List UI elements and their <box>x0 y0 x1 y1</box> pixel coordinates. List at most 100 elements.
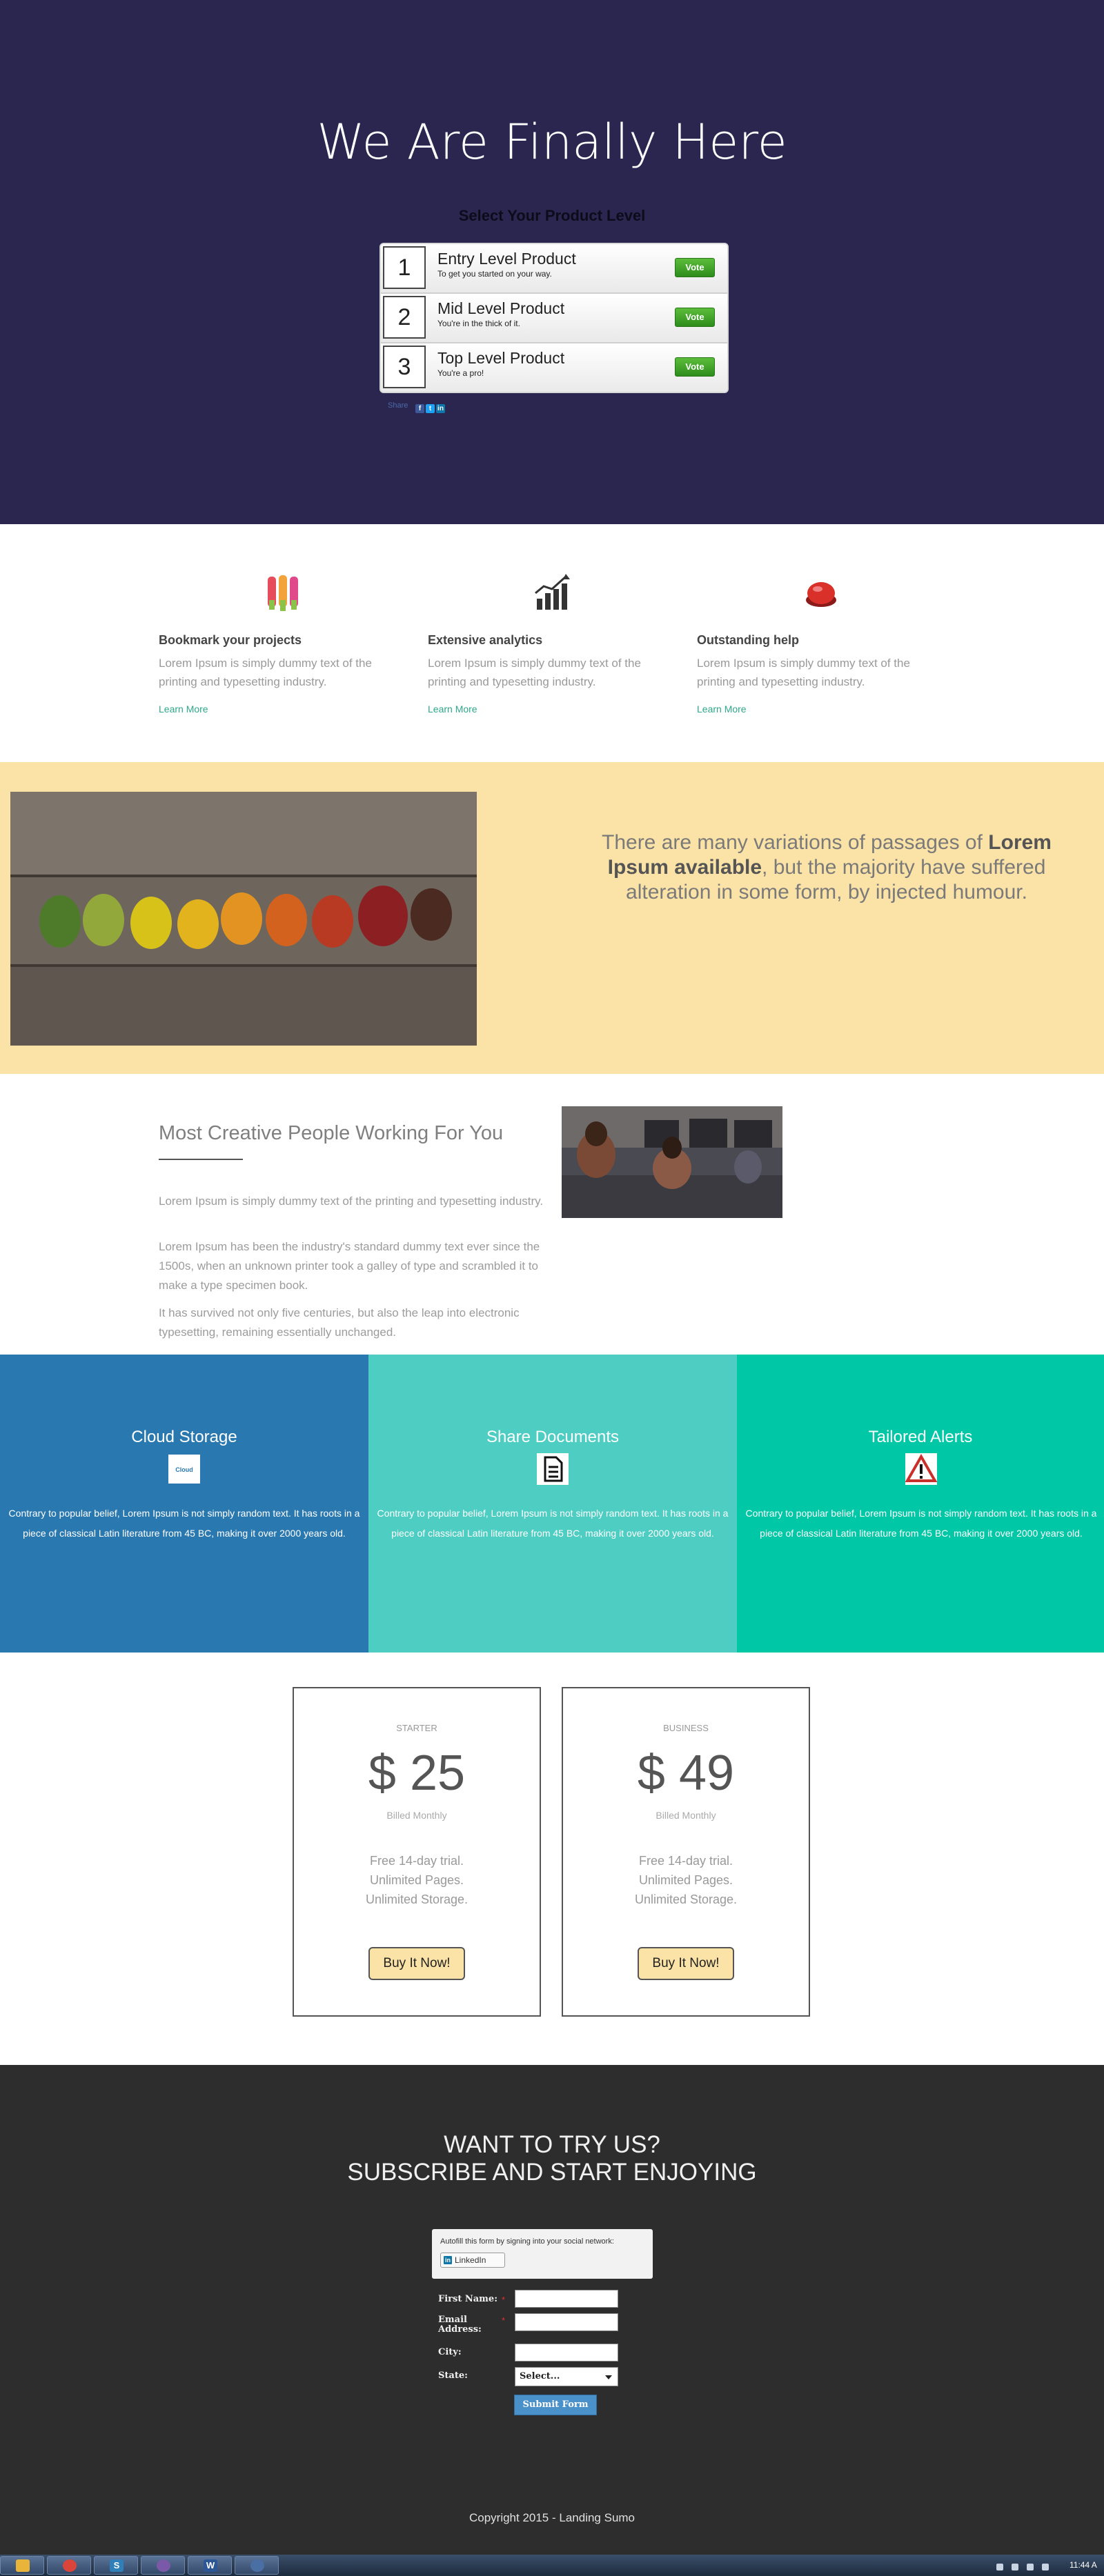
tray-flag-icon[interactable] <box>996 2564 1003 2570</box>
learn-more-link[interactable]: Learn More <box>159 703 208 715</box>
linkedin-icon[interactable]: in <box>436 404 445 413</box>
system-tray <box>996 2562 1065 2570</box>
tray-battery-icon[interactable] <box>1042 2564 1049 2570</box>
creative-title: Most Creative People Working For You <box>159 1122 504 1144</box>
vote-button[interactable]: Vote <box>675 308 715 327</box>
product-row-top: 3 Top Level Product You're a pro! Vote <box>381 343 727 392</box>
city-label: City: <box>438 2347 462 2357</box>
plan-feature: Unlimited Storage. <box>365 1893 469 1906</box>
pricing-card-starter: STARTER $ 25 Billed Monthly Free 14-day … <box>293 1687 541 2017</box>
title-divider <box>159 1159 243 1160</box>
ie-icon[interactable] <box>141 2556 185 2575</box>
cloud-icon: Cloud <box>168 1455 200 1484</box>
feature-text: Lorem Ipsum is simply dummy text of the … <box>428 657 641 688</box>
first-name-field[interactable] <box>515 2290 618 2308</box>
warning-icon <box>905 1453 938 1485</box>
buy-now-button[interactable]: Buy It Now! <box>368 1947 465 1980</box>
product-name: Top Level Product <box>437 349 565 367</box>
email-field[interactable] <box>515 2313 618 2331</box>
hero-section: We Are Finally Here Select Your Product … <box>0 0 1104 524</box>
plan-feature: Free 14-day trial. <box>638 1854 733 1868</box>
social-autofill-note: Autofill this form by signing into your … <box>440 2237 614 2246</box>
product-row-entry: 1 Entry Level Product To get you started… <box>381 244 727 294</box>
first-name-label: First Name: <box>438 2294 497 2304</box>
creative-paragraph: Lorem Ipsum has been the industry's stan… <box>159 1240 540 1292</box>
vote-button[interactable]: Vote <box>675 258 715 277</box>
chrome-icon[interactable] <box>47 2556 91 2575</box>
tray-network-icon[interactable] <box>1012 2564 1018 2570</box>
copyright-text: Copyright 2015 - Landing Sumo <box>469 2511 635 2524</box>
plan-name: BUSINESS <box>663 1723 709 1733</box>
required-marker: * <box>502 2315 506 2326</box>
billing-period: Billed Monthly <box>656 1810 716 1821</box>
share-icons: f t in <box>415 401 446 413</box>
leaves-band: There are many variations of passages of… <box>0 762 1104 1074</box>
word-icon[interactable]: W <box>188 2556 232 2575</box>
service-tailored-alerts: Tailored Alerts Contrary to popular beli… <box>737 1355 1104 1653</box>
learn-more-link[interactable]: Learn More <box>428 703 477 715</box>
plan-name: STARTER <box>396 1723 437 1733</box>
service-text: Contrary to popular belief, Lorem Ipsum … <box>8 1508 360 1539</box>
learn-more-link[interactable]: Learn More <box>697 703 747 715</box>
linkedin-button[interactable]: in LinkedIn <box>440 2253 505 2268</box>
feature-title: Outstanding help <box>697 633 799 647</box>
analytics-icon <box>535 574 570 610</box>
tray-volume-icon[interactable] <box>1027 2564 1034 2570</box>
feature-title: Extensive analytics <box>428 633 543 647</box>
facebook-icon[interactable]: f <box>415 404 424 413</box>
plan-feature: Unlimited Pages. <box>638 1873 733 1887</box>
creative-paragraph: It has survived not only five centuries,… <box>159 1306 520 1339</box>
subscribe-heading: WANT TO TRY US? <box>444 2131 660 2158</box>
twitter-icon[interactable]: t <box>426 404 435 413</box>
product-number: 3 <box>383 346 426 388</box>
product-name: Entry Level Product <box>437 250 576 268</box>
product-description: To get you started on your way. <box>437 269 552 279</box>
cloud-icon-label: Cloud <box>175 1466 193 1473</box>
linkedin-icon: in <box>444 2256 452 2264</box>
state-select-value: Select... <box>520 2371 560 2382</box>
help-icon <box>806 582 836 607</box>
vote-button[interactable]: Vote <box>675 357 715 377</box>
product-name: Mid Level Product <box>437 299 565 317</box>
chevron-down-icon <box>605 2375 612 2379</box>
product-number: 1 <box>383 246 426 289</box>
plan-feature: Unlimited Storage. <box>634 1893 738 1906</box>
submit-form-button[interactable]: Submit Form <box>514 2395 597 2415</box>
service-title: Tailored Alerts <box>868 1428 973 1446</box>
service-text: Contrary to popular belief, Lorem Ipsum … <box>377 1508 729 1539</box>
footer: Copyright 2015 - Landing Sumo <box>0 2472 1104 2555</box>
explorer-icon[interactable] <box>0 2556 44 2575</box>
state-select[interactable]: Select... <box>515 2367 618 2386</box>
email-address-label: Email Address: <box>438 2315 482 2335</box>
system-clock[interactable]: 11:44 A <box>1070 2560 1104 2570</box>
feature-text: Lorem Ipsum is simply dummy text of the … <box>697 657 910 688</box>
product-vote-widget: 1 Entry Level Product To get you started… <box>379 243 729 393</box>
service-title: Cloud Storage <box>131 1428 237 1446</box>
document-icon <box>537 1453 569 1485</box>
subscribe-subheading: SUBSCRIBE AND START ENJOYING <box>347 2159 757 2186</box>
required-marker: * <box>502 2295 506 2305</box>
plan-price: $ 25 <box>368 1746 466 1801</box>
sumo-icon[interactable]: S <box>94 2556 138 2575</box>
hero-title: We Are Finally Here <box>317 114 787 170</box>
product-row-mid: 2 Mid Level Product You're in the thick … <box>381 294 727 343</box>
social-autofill-box: Autofill this form by signing into your … <box>432 2229 653 2279</box>
os-taskbar: S W 11:44 A <box>0 2555 1104 2576</box>
product-level-heading: Select Your Product Level <box>458 207 646 224</box>
pricing-card-business: BUSINESS $ 49 Billed Monthly Free 14-day… <box>562 1687 810 2017</box>
product-number: 2 <box>383 296 426 339</box>
city-field[interactable] <box>515 2344 618 2362</box>
bookmark-icon <box>268 575 298 611</box>
feature-text: Lorem Ipsum is simply dummy text of the … <box>159 657 372 688</box>
network-icon[interactable] <box>235 2556 279 2575</box>
service-share-documents: Share Documents Contrary to popular beli… <box>368 1355 737 1653</box>
state-label: State: <box>438 2370 468 2381</box>
team-photo <box>562 1106 782 1218</box>
buy-now-button[interactable]: Buy It Now! <box>638 1947 734 1980</box>
product-description: You're in the thick of it. <box>437 319 520 328</box>
band-text-lead: There are many variations of passages of <box>602 831 989 854</box>
billing-period: Billed Monthly <box>386 1810 447 1821</box>
share-label: Share <box>388 401 408 410</box>
creative-paragraph: Lorem Ipsum is simply dummy text of the … <box>159 1195 544 1208</box>
subscribe-section: WANT TO TRY US? SUBSCRIBE AND START ENJO… <box>0 2065 1104 2472</box>
